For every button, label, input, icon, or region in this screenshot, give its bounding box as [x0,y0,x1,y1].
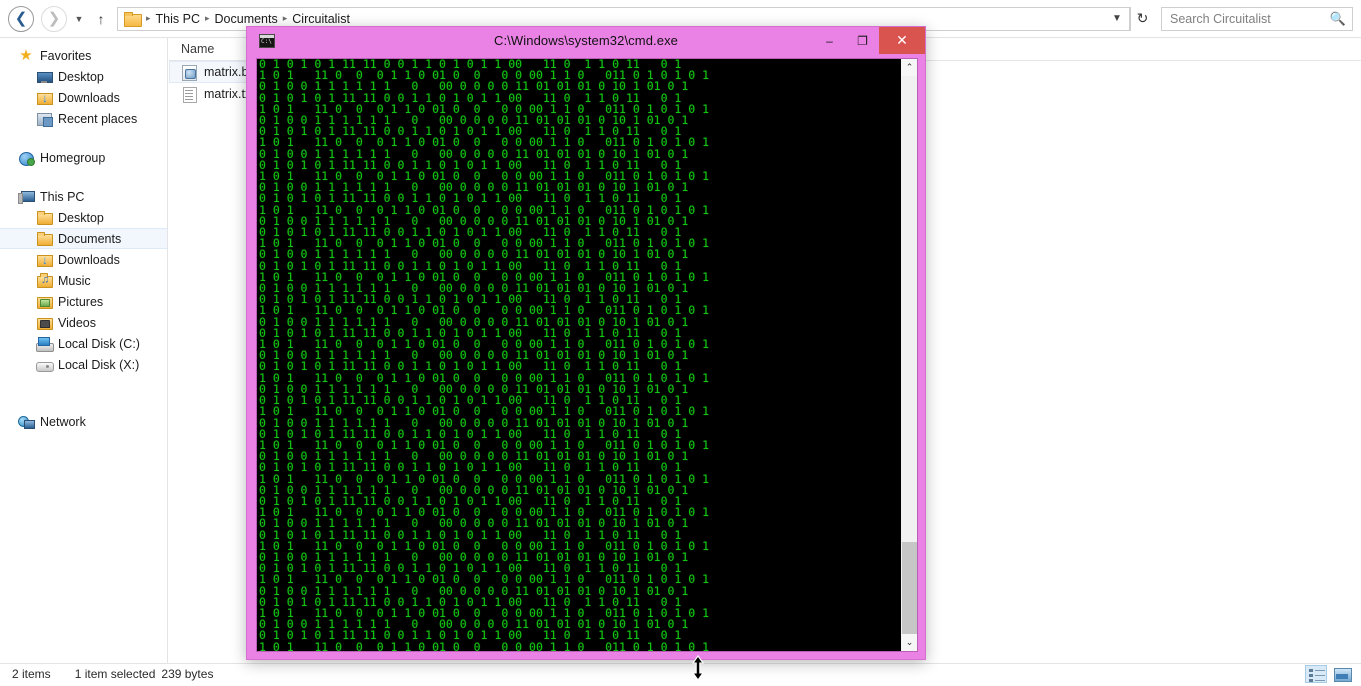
star-icon: ★ [19,46,33,64]
downloads-folder-icon [36,252,53,268]
sidebar-item-local-disk-x[interactable]: Local Disk (X:) [0,354,167,375]
sidebar-item-label: Pictures [58,294,104,309]
recent-locations-chevron-down-icon[interactable]: ▼ [70,6,88,32]
sidebar-item-music[interactable]: Music [0,270,167,291]
cmd-output-text: 0 1 0 1 0 1 11 11 0 0 1 1 0 1 0 1 1 00 1… [257,59,900,651]
refresh-button[interactable]: ↻ [1130,6,1154,31]
large-icons-view-icon[interactable] [1331,665,1353,683]
search-input[interactable] [1168,10,1326,27]
sidebar-item-recent-places[interactable]: Recent places [0,108,167,129]
sidebar-item-homegroup[interactable]: Homegroup [0,147,167,168]
cmd-window[interactable]: C:\Windows\system32\cmd.exe – ❐ ✕ 0 1 0 … [246,26,926,660]
up-one-level-button[interactable]: ↑ [91,6,111,32]
search-box[interactable]: 🔍 [1161,6,1353,31]
bat-file-icon [181,64,197,81]
vertical-resize-cursor-icon [690,655,706,681]
address-bar-right-controls: ▼ [1107,13,1127,24]
scroll-up-arrow-icon[interactable]: ⌃ [901,59,917,76]
search-icon[interactable]: 🔍 [1330,11,1346,27]
pictures-folder-icon [36,294,53,310]
this-pc-icon [18,189,35,205]
local-disk-icon [36,336,54,352]
address-dropdown-chevron-down-icon[interactable]: ▼ [1107,13,1127,24]
folder-icon [124,11,142,27]
scroll-down-arrow-icon[interactable]: ⌄ [901,634,917,651]
back-button[interactable]: ❮ [8,5,34,32]
sidebar-item-documents[interactable]: Documents [0,228,167,249]
cmd-console-body[interactable]: 0 1 0 1 0 1 11 11 0 0 1 1 0 1 0 1 1 00 1… [256,58,918,652]
status-selection-count: 1 item selected [74,666,156,681]
breadcrumb-separator-2: ▸ [282,13,288,23]
scrollbar-thumb[interactable] [902,542,917,642]
sidebar-item-label: Documents [58,231,122,246]
status-item-count: 2 items [12,666,51,681]
sidebar-item-label: Homegroup [40,150,106,165]
cmd-title-text: C:\Windows\system32\cmd.exe [493,33,679,48]
status-bar: 2 items 1 item selected 239 bytes [0,663,1361,683]
txt-file-icon [181,86,197,103]
details-view-icon[interactable] [1305,664,1327,683]
breadcrumb-separator-0: ▸ [146,13,151,23]
cmd-output-line: 1 0 1 11 0 0 0 1 1 0 01 0 0 0 0 00 1 1 0… [259,639,710,651]
videos-folder-icon [36,315,53,331]
sidebar-item-label: Network [40,414,86,429]
sidebar-item-label: Local Disk (X:) [58,357,140,372]
removable-disk-icon [36,357,54,373]
status-selection-size: 239 bytes [161,666,214,681]
homegroup-icon [18,150,35,166]
sidebar-item-videos[interactable]: Videos [0,312,167,333]
sidebar-item-favorites[interactable]: ★ Favorites [0,45,167,66]
sidebar-item-this-pc[interactable]: This PC [0,186,167,207]
sidebar-group-spacer [0,375,167,393]
sidebar-item-desktop-pc[interactable]: Desktop [0,207,167,228]
cmd-scrollbar[interactable]: ⌃ ⌄ [900,59,917,651]
breadcrumb-this-pc[interactable]: This PC [153,12,203,26]
sidebar-group-spacer [0,168,167,186]
breadcrumb-documents[interactable]: Documents [212,12,281,26]
forward-button[interactable]: ❯ [41,5,67,32]
desktop-folder-icon [36,210,53,226]
sidebar-item-downloads-pc[interactable]: Downloads [0,249,167,270]
sidebar-item-pictures[interactable]: Pictures [0,291,167,312]
documents-folder-icon [36,231,53,247]
sidebar-item-label: Desktop [58,69,104,84]
sidebar-item-label: Local Disk (C:) [58,336,140,351]
breadcrumb-circuitalist[interactable]: Circuitalist [289,12,353,26]
sidebar-item-label: Recent places [58,111,138,126]
music-folder-icon [36,272,53,289]
navigation-sidebar[interactable]: ★ Favorites Desktop Downloads Recent pla… [0,38,168,663]
view-mode-buttons [1305,664,1353,683]
sidebar-item-label: Videos [58,315,96,330]
downloads-folder-icon [36,90,53,106]
sidebar-item-label: Downloads [58,252,120,267]
sidebar-item-desktop-fav[interactable]: Desktop [0,66,167,87]
sidebar-item-downloads-fav[interactable]: Downloads [0,87,167,108]
sidebar-group-spacer [0,393,167,411]
sidebar-item-local-disk-c[interactable]: Local Disk (C:) [0,333,167,354]
sidebar-item-label: Downloads [58,90,120,105]
sidebar-item-label: Desktop [58,210,104,225]
sidebar-item-label: Favorites [40,48,92,63]
sidebar-item-network[interactable]: Network [0,411,167,432]
sidebar-item-label: This PC [40,189,85,204]
sidebar-group-spacer [0,129,167,147]
monitor-icon [36,69,53,85]
network-icon [18,414,35,430]
recent-places-icon [36,111,53,127]
cmd-title-bar[interactable]: C:\Windows\system32\cmd.exe – ❐ ✕ [247,27,925,54]
sidebar-item-label: Music [58,273,91,288]
breadcrumb-separator-1: ▸ [204,13,210,23]
